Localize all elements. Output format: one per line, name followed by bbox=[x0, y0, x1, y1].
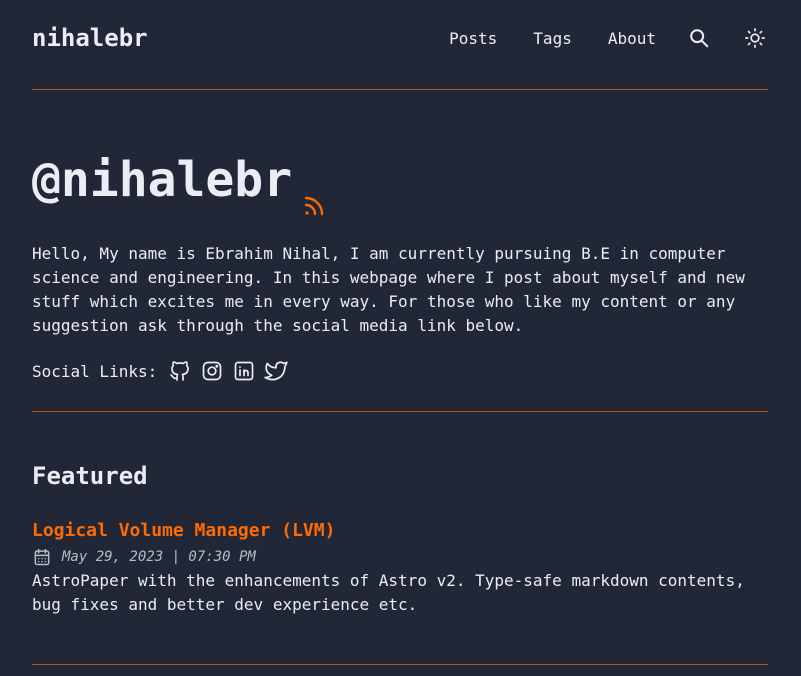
search-icon bbox=[690, 29, 709, 48]
search-button[interactable] bbox=[686, 25, 712, 51]
sun-icon bbox=[745, 28, 765, 48]
rss-feed-link[interactable] bbox=[302, 172, 326, 216]
github-link[interactable] bbox=[167, 358, 193, 384]
featured-divider bbox=[32, 664, 768, 665]
linkedin-link[interactable] bbox=[231, 358, 257, 384]
hero-section-title: @nihalebr bbox=[32, 150, 326, 216]
featured-post-date-text: May 29, 2023 | 07:30 PM bbox=[62, 549, 256, 565]
social-links: Social Links: bbox=[32, 358, 295, 384]
page: nihalebr Posts Tags About @nihalebr Hell… bbox=[0, 0, 801, 676]
twitter-link[interactable] bbox=[263, 358, 289, 384]
twitter-icon bbox=[264, 361, 288, 381]
nav-posts-link[interactable]: Posts bbox=[449, 29, 497, 48]
github-icon bbox=[170, 361, 190, 381]
rss-icon bbox=[304, 196, 324, 216]
featured-post-title-link[interactable]: Logical Volume Manager (LVM) bbox=[32, 518, 335, 544]
hero-title-text: @nihalebr bbox=[32, 152, 293, 208]
header-divider bbox=[32, 89, 768, 90]
featured-heading: Featured bbox=[32, 462, 148, 490]
instagram-link[interactable] bbox=[199, 358, 225, 384]
featured-post-date: May 29, 2023 | 07:30 PM bbox=[32, 546, 256, 568]
site-header: nihalebr Posts Tags About bbox=[32, 0, 768, 76]
linkedin-icon bbox=[234, 361, 254, 381]
site-logo[interactable]: nihalebr bbox=[32, 24, 148, 52]
calendar-icon bbox=[34, 548, 50, 566]
featured-post-description: AstroPaper with the enhancements of Astr… bbox=[32, 571, 745, 614]
theme-toggle-button[interactable] bbox=[742, 25, 768, 51]
nav-tags-link[interactable]: Tags bbox=[533, 29, 572, 48]
main-nav: Posts Tags About bbox=[449, 24, 768, 52]
instagram-icon bbox=[202, 361, 222, 381]
nav-about-link[interactable]: About bbox=[608, 29, 656, 48]
social-icons bbox=[167, 358, 295, 384]
intro-paragraph: Hello, My name is Ebrahim Nihal, I am cu… bbox=[32, 244, 745, 335]
social-links-label: Social Links: bbox=[32, 361, 158, 381]
hero-divider bbox=[32, 411, 768, 412]
